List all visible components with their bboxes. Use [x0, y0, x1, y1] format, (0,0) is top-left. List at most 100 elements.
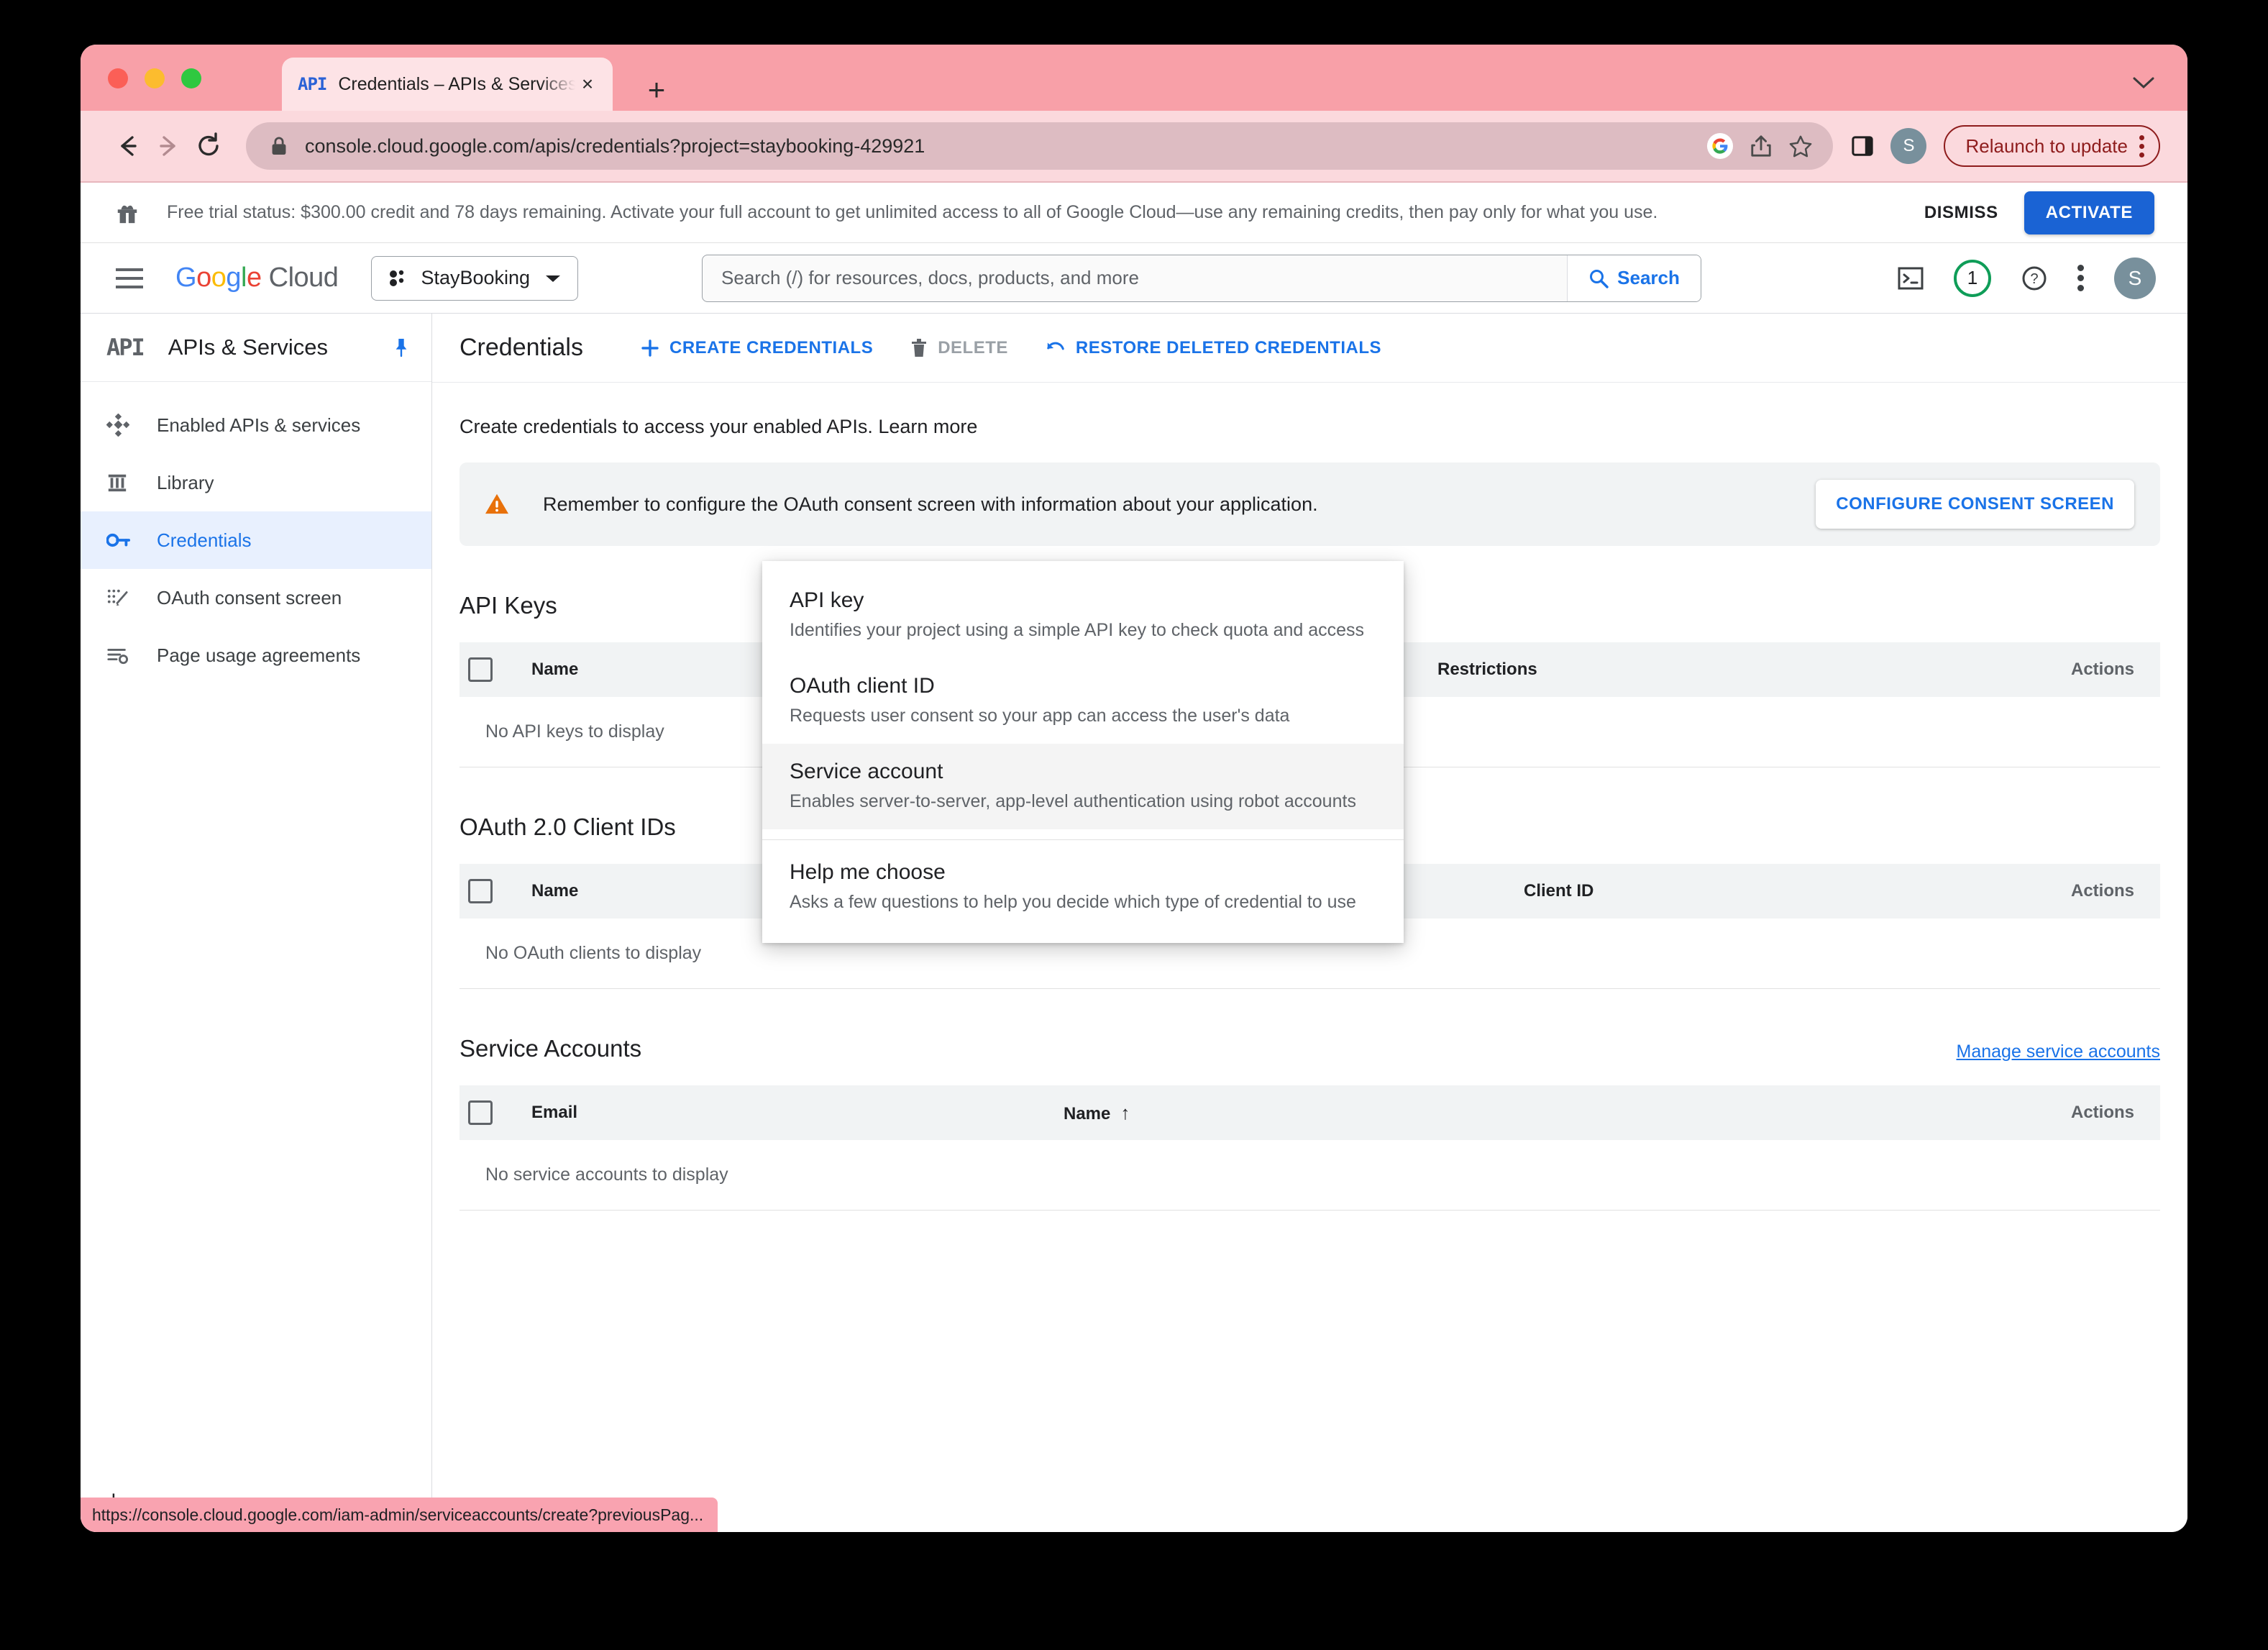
menu-item-description: Asks a few questions to help you decide …	[790, 892, 1376, 913]
menu-item-title: Service account	[790, 760, 1376, 784]
reload-icon[interactable]	[188, 126, 229, 166]
warning-text: Remember to configure the OAuth consent …	[543, 493, 1816, 516]
cloud-shell-icon[interactable]	[1898, 267, 1924, 290]
consent-screen-warning: Remember to configure the OAuth consent …	[459, 462, 2160, 546]
key-icon	[106, 532, 144, 549]
close-tab-icon[interactable]: ×	[575, 72, 600, 96]
sidebar-header: API APIs & Services	[81, 314, 431, 382]
section-title-service-accounts: Service Accounts	[459, 1035, 1957, 1062]
project-selector[interactable]: StayBooking	[371, 256, 578, 301]
restore-deleted-credentials-button[interactable]: RESTORE DELETED CREDENTIALS	[1046, 338, 1381, 358]
create-credentials-button[interactable]: CREATE CREDENTIALS	[641, 338, 873, 358]
notification-count-badge[interactable]: 1	[1954, 260, 1991, 297]
column-actions: Actions	[1832, 642, 2160, 697]
checkbox-icon	[468, 1100, 493, 1125]
search-button-label: Search	[1617, 267, 1680, 289]
checkbox-icon	[468, 657, 493, 682]
minimize-window-button[interactable]	[145, 68, 165, 88]
trial-status-text: Free trial status: $300.00 credit and 78…	[167, 202, 1924, 223]
new-tab-button[interactable]: +	[641, 75, 672, 105]
chevron-down-icon	[544, 273, 562, 283]
google-account-icon[interactable]	[1706, 132, 1734, 160]
side-panel-icon[interactable]	[1852, 135, 1873, 157]
dismiss-button[interactable]: DISMISS	[1924, 203, 1998, 223]
hamburger-menu-icon[interactable]	[109, 258, 150, 298]
back-icon[interactable]	[108, 126, 148, 166]
maximize-window-button[interactable]	[181, 68, 201, 88]
create-credentials-menu: API key Identifies your project using a …	[762, 561, 1404, 943]
configure-consent-screen-button[interactable]: CONFIGURE CONSENT SCREEN	[1816, 480, 2134, 529]
global-search[interactable]: Search	[702, 255, 1701, 302]
lock-icon	[270, 136, 288, 156]
address-bar[interactable]: console.cloud.google.com/apis/credential…	[246, 122, 1833, 170]
sidebar-item-enabled-apis[interactable]: Enabled APIs & services	[81, 396, 431, 454]
sidebar-item-label: Page usage agreements	[157, 644, 360, 667]
menu-item-title: Help me choose	[790, 860, 1376, 885]
column-name-label: Name	[1064, 1104, 1110, 1123]
forward-icon[interactable]	[148, 126, 188, 166]
column-client-id[interactable]: Client ID	[1515, 864, 1817, 919]
chevron-down-icon[interactable]	[2133, 76, 2154, 89]
menu-item-service-account[interactable]: Service account Enables server-to-server…	[762, 744, 1404, 829]
service-accounts-table: Email Name ↑ Actions No service accounts …	[459, 1085, 2160, 1211]
service-accounts-header: Service Accounts Manage service accounts	[459, 1035, 2160, 1062]
empty-state-row: No service accounts to display	[459, 1140, 2160, 1211]
menu-item-title: API key	[790, 588, 1376, 613]
sidebar-item-label: OAuth consent screen	[157, 587, 342, 609]
menu-item-description: Identifies your project using a simple A…	[790, 620, 1376, 641]
browser-tabstrip: API Credentials – APIs & Services × +	[81, 45, 2187, 111]
empty-state-text: No service accounts to display	[459, 1140, 2160, 1211]
select-all-service-accounts-checkbox[interactable]	[459, 1085, 523, 1140]
close-window-button[interactable]	[108, 68, 128, 88]
checkbox-icon	[468, 879, 493, 903]
activate-button[interactable]: ACTIVATE	[2024, 191, 2154, 234]
more-options-icon[interactable]	[2077, 265, 2084, 291]
account-avatar[interactable]: S	[2114, 257, 2156, 299]
menu-item-oauth-client-id[interactable]: OAuth client ID Requests user consent so…	[762, 658, 1404, 744]
sidebar-items: Enabled APIs & services Library Credenti…	[81, 382, 431, 684]
search-icon	[1588, 268, 1609, 288]
google-cloud-logo[interactable]: Google Cloud	[175, 263, 338, 293]
browser-tab[interactable]: API Credentials – APIs & Services ×	[282, 58, 613, 111]
pin-icon[interactable]	[393, 337, 410, 357]
column-actions: Actions	[1817, 864, 2160, 919]
search-input[interactable]	[703, 267, 1567, 289]
column-restrictions[interactable]: Restrictions	[1429, 642, 1832, 697]
sidebar-item-library[interactable]: Library	[81, 454, 431, 511]
manage-service-accounts-link[interactable]: Manage service accounts	[1957, 1041, 2160, 1062]
sidebar-title: APIs & Services	[168, 334, 393, 360]
restore-icon	[1046, 339, 1066, 357]
help-icon[interactable]: ?	[2021, 265, 2047, 291]
bookmark-star-icon[interactable]	[1788, 135, 1813, 158]
sidebar-item-page-usage-agreements[interactable]: Page usage agreements	[81, 626, 431, 684]
search-button[interactable]: Search	[1567, 255, 1701, 301]
menu-item-api-key[interactable]: API key Identifies your project using a …	[762, 573, 1404, 658]
chrome-profile-avatar[interactable]: S	[1890, 128, 1926, 164]
browser-window: API Credentials – APIs & Services × + co…	[81, 45, 2187, 1532]
share-icon[interactable]	[1750, 134, 1773, 158]
select-all-api-keys-checkbox[interactable]	[459, 642, 523, 697]
select-all-oauth-checkbox[interactable]	[459, 864, 523, 919]
project-name: StayBooking	[421, 267, 530, 289]
sidebar-item-oauth-consent-screen[interactable]: OAuth consent screen	[81, 569, 431, 626]
plus-icon	[641, 339, 659, 357]
link-status-bar: https://console.cloud.google.com/iam-adm…	[81, 1498, 718, 1532]
sidebar-item-credentials[interactable]: Credentials	[81, 511, 431, 569]
delete-button[interactable]: DELETE	[910, 338, 1008, 358]
menu-item-help-me-choose[interactable]: Help me choose Asks a few questions to h…	[762, 840, 1404, 930]
relaunch-to-update-button[interactable]: Relaunch to update	[1944, 125, 2160, 167]
page-content: Free trial status: $300.00 credit and 78…	[81, 183, 2187, 1532]
omnibar-actions	[1706, 132, 1823, 160]
page-title: Credentials	[459, 334, 583, 362]
chrome-menu-icon[interactable]	[2139, 135, 2144, 158]
api-favicon-icon: API	[298, 74, 326, 94]
menu-item-description: Enables server-to-server, app-level auth…	[790, 791, 1376, 812]
column-actions: Actions	[1702, 1085, 2160, 1140]
column-name[interactable]: Name ↑	[1055, 1085, 1702, 1140]
sort-ascending-icon[interactable]: ↑	[1120, 1102, 1130, 1123]
svg-text:?: ?	[2030, 271, 2038, 287]
column-email[interactable]: Email	[523, 1085, 1055, 1140]
library-icon	[106, 472, 144, 493]
trash-icon	[910, 338, 928, 358]
delete-label: DELETE	[938, 338, 1008, 358]
